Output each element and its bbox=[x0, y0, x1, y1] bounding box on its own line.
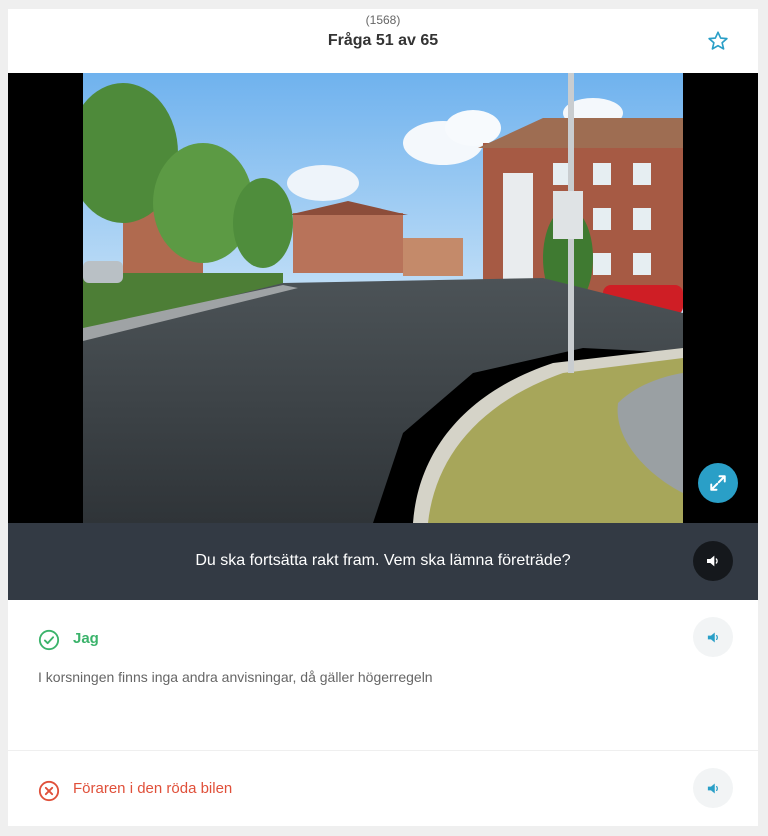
check-circle-icon bbox=[38, 629, 60, 651]
speaker-icon bbox=[707, 783, 718, 793]
answer-option-correct[interactable]: Jag I korsningen finns inga andra anvisn… bbox=[8, 600, 758, 750]
speaker-icon bbox=[707, 555, 718, 567]
answer-explanation: I korsningen finns inga andra anvisninga… bbox=[38, 669, 433, 685]
question-counter-title: Fråga 51 av 65 bbox=[327, 32, 439, 49]
question-audio-button[interactable] bbox=[693, 541, 733, 581]
question-id: (1568) bbox=[365, 13, 401, 27]
question-text: Du ska fortsätta rakt fram. Vem ska lämn… bbox=[195, 552, 571, 569]
intersection-photo bbox=[83, 73, 683, 523]
star-icon[interactable] bbox=[707, 30, 729, 52]
x-circle-icon bbox=[38, 780, 60, 802]
fullscreen-button[interactable] bbox=[698, 463, 738, 503]
answer-label: Föraren i den röda bilen bbox=[73, 780, 233, 797]
speaker-icon bbox=[707, 632, 718, 642]
question-bar: Du ska fortsätta rakt fram. Vem ska lämn… bbox=[8, 523, 758, 600]
question-image-area bbox=[8, 73, 758, 523]
answer-option-wrong[interactable]: Föraren i den röda bilen bbox=[8, 751, 758, 826]
question-header: (1568) Fråga 51 av 65 bbox=[8, 9, 758, 73]
expand-icon bbox=[710, 475, 726, 491]
answer-audio-button[interactable] bbox=[693, 768, 733, 808]
answer-label: Jag bbox=[73, 630, 99, 647]
answer-audio-button[interactable] bbox=[693, 617, 733, 657]
